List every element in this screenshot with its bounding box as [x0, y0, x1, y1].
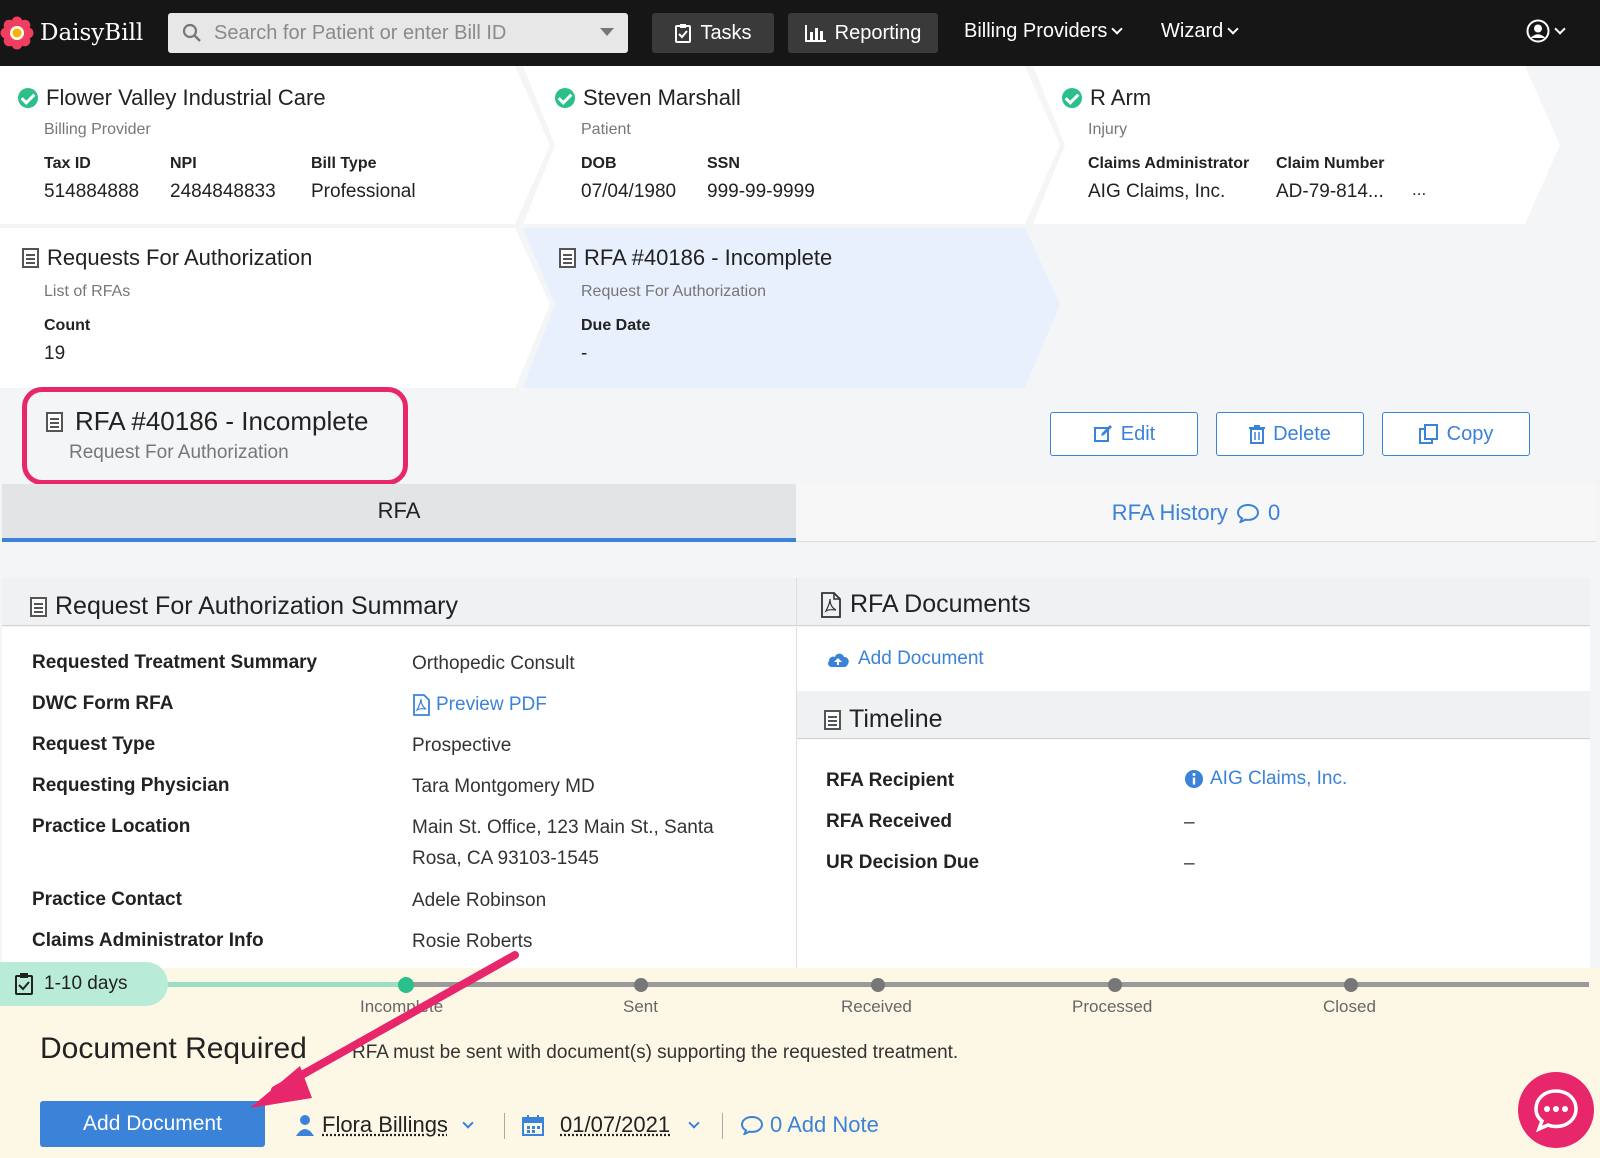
chat-icon	[1534, 1089, 1578, 1132]
chat-button[interactable]	[1518, 1072, 1594, 1148]
annotation-arrow	[250, 951, 519, 1108]
